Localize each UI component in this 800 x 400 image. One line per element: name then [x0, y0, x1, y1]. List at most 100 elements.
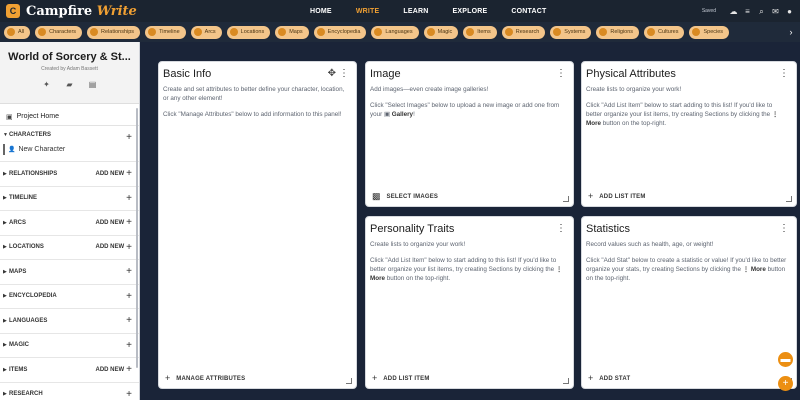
- sidebar-section-languages[interactable]: ▶ LANGUAGES +: [0, 309, 139, 334]
- section-label: MAPS: [9, 268, 27, 275]
- panel-title: Image: [370, 68, 401, 80]
- sidebar-section-maps[interactable]: ▶ MAPS +: [0, 260, 139, 285]
- more-menu-icon[interactable]: ⋮: [339, 69, 349, 79]
- add-list-item-button[interactable]: + ADD LIST ITEM: [372, 374, 430, 383]
- cloud-icon[interactable]: ☁: [729, 7, 738, 16]
- project-home-link[interactable]: ▣ Project Home: [0, 108, 139, 126]
- mail-icon[interactable]: ✉: [771, 7, 780, 16]
- category-icon: [278, 28, 287, 36]
- category-icon: [599, 28, 608, 36]
- panel-title: Statistics: [586, 223, 631, 235]
- add-new-button[interactable]: ADD NEW +: [95, 217, 132, 228]
- add-new-button[interactable]: +: [124, 291, 132, 302]
- category-icon: [692, 28, 701, 36]
- plus-icon: +: [126, 192, 132, 204]
- desc-line: Create lists to organize your work!: [370, 241, 466, 248]
- folder-icon[interactable]: ▰: [65, 80, 74, 89]
- more-menu-icon[interactable]: ⋮: [556, 224, 566, 234]
- sidebar-scrollbar[interactable]: [136, 108, 138, 368]
- category-icon: [148, 28, 157, 36]
- category-chip-characters[interactable]: Characters: [35, 25, 83, 39]
- more-menu-icon[interactable]: ⋮: [556, 69, 566, 79]
- sidebar-section-research[interactable]: ▶ RESEARCH +: [0, 383, 139, 400]
- add-new-button[interactable]: +: [124, 340, 132, 351]
- world-title[interactable]: World of Sorcery & St...: [0, 51, 139, 63]
- footer-label: ADD LIST ITEM: [599, 193, 646, 200]
- search-icon[interactable]: ⌕: [757, 7, 766, 16]
- section-label: RESEARCH: [9, 391, 43, 398]
- add-new-button[interactable]: +: [124, 315, 132, 326]
- nav-explore[interactable]: EXPLORE: [453, 8, 488, 15]
- nav-contact[interactable]: CONTACT: [511, 8, 546, 15]
- category-chip-timeline[interactable]: Timeline: [145, 25, 186, 39]
- chat-icon[interactable]: ▬: [778, 352, 793, 367]
- category-chip-all[interactable]: All: [4, 25, 31, 39]
- plus-icon: +: [126, 388, 132, 400]
- add-new-button[interactable]: +: [124, 132, 132, 143]
- more-menu-icon[interactable]: ⋮: [779, 69, 789, 79]
- add-new-button[interactable]: ADD NEW +: [95, 242, 132, 253]
- resize-handle-icon[interactable]: [346, 378, 352, 384]
- resize-handle-icon[interactable]: [786, 196, 792, 202]
- add-new-button[interactable]: +: [124, 389, 132, 400]
- plus-icon: +: [126, 241, 132, 253]
- add-stat-button[interactable]: + ADD STAT: [588, 374, 630, 383]
- sidebar-section-characters[interactable]: ▼ CHARACTERS + 👤 New Character: [0, 126, 139, 162]
- plus-icon: +: [372, 373, 378, 383]
- plus-icon: +: [126, 266, 132, 278]
- nav-learn[interactable]: LEARN: [403, 8, 428, 15]
- more-menu-icon[interactable]: ⋮: [779, 224, 789, 234]
- world-header: World of Sorcery & St... Created by Adam…: [0, 42, 139, 104]
- nav-home[interactable]: HOME: [310, 8, 332, 15]
- category-chip-arcs[interactable]: Arcs: [190, 25, 222, 39]
- category-chip-cultures[interactable]: Cultures: [644, 25, 685, 39]
- sidebar-section-items[interactable]: ▶ ITEMS ADD NEW +: [0, 358, 139, 383]
- category-chip-items[interactable]: Items: [463, 25, 497, 39]
- sidebar-section-arcs[interactable]: ▶ ARCS ADD NEW +: [0, 211, 139, 236]
- sidebar-section-locations[interactable]: ▶ LOCATIONS ADD NEW +: [0, 236, 139, 260]
- panel-basic-info: Basic Info ✥ ⋮ Create and set attributes…: [158, 61, 357, 389]
- top-navbar: C Campfire Write HOME WRITE LEARN EXPLOR…: [0, 0, 800, 22]
- book-icon[interactable]: ▤: [88, 80, 97, 89]
- category-chip-species[interactable]: Species: [689, 25, 730, 39]
- chevron-right-icon[interactable]: ›: [782, 22, 800, 42]
- add-new-button[interactable]: +: [124, 193, 132, 204]
- logo[interactable]: C Campfire Write: [6, 4, 137, 19]
- sidebar-section-encyclopedia[interactable]: ▶ ENCYCLOPEDIA +: [0, 285, 139, 309]
- add-list-item-button[interactable]: + ADD LIST ITEM: [588, 192, 646, 201]
- gallery-link[interactable]: Gallery: [392, 111, 413, 118]
- panel-description: Create lists to organize your work! Clic…: [586, 86, 790, 136]
- add-panel-button[interactable]: +: [778, 376, 793, 391]
- user-icon[interactable]: ●: [785, 7, 794, 16]
- nav-write[interactable]: WRITE: [356, 8, 380, 15]
- menu-icon[interactable]: ≡: [743, 7, 752, 16]
- category-label: Locations: [240, 29, 265, 35]
- manage-attributes-button[interactable]: + MANAGE ATTRIBUTES: [165, 374, 245, 383]
- new-character-item[interactable]: 👤 New Character: [3, 144, 65, 155]
- add-new-button[interactable]: ADD NEW +: [95, 364, 132, 375]
- category-chip-religions[interactable]: Religions: [596, 25, 639, 39]
- desc-line: Click "Manage Attributes" below to add i…: [163, 110, 342, 118]
- resize-handle-icon[interactable]: [563, 196, 569, 202]
- sidebar-section-magic[interactable]: ▶ MAGIC +: [0, 334, 139, 358]
- category-chip-magic[interactable]: Magic: [423, 25, 459, 39]
- person-icon: 👤: [8, 147, 16, 153]
- category-chip-languages[interactable]: Languages: [371, 25, 419, 39]
- category-chip-encyclopedia[interactable]: Encyclopedia: [313, 25, 367, 39]
- category-chip-locations[interactable]: Locations: [226, 25, 271, 39]
- category-chip-research[interactable]: Research: [501, 25, 546, 39]
- sidebar-section-timeline[interactable]: ▶ TIMELINE +: [0, 187, 139, 211]
- panel-description: Add images—even create image galleries! …: [370, 86, 567, 127]
- move-icon[interactable]: ✥: [328, 69, 336, 79]
- add-new-button[interactable]: ADD NEW +: [95, 168, 132, 179]
- category-chip-maps[interactable]: Maps: [275, 25, 309, 39]
- sidebar-section-relationships[interactable]: ▶ RELATIONSHIPS ADD NEW +: [0, 162, 139, 187]
- pin-icon[interactable]: ✦: [42, 80, 51, 89]
- creator-text: Created by Adam Bassett: [41, 66, 98, 72]
- add-new-button[interactable]: +: [124, 266, 132, 277]
- category-chip-systems[interactable]: Systems: [550, 25, 592, 39]
- resize-handle-icon[interactable]: [563, 378, 569, 384]
- category-chip-relationships[interactable]: Relationships: [87, 25, 141, 39]
- panel-personality-traits: Personality Traits ⋮ Create lists to org…: [365, 216, 574, 389]
- select-images-button[interactable]: ▩ SELECT IMAGES: [372, 192, 438, 201]
